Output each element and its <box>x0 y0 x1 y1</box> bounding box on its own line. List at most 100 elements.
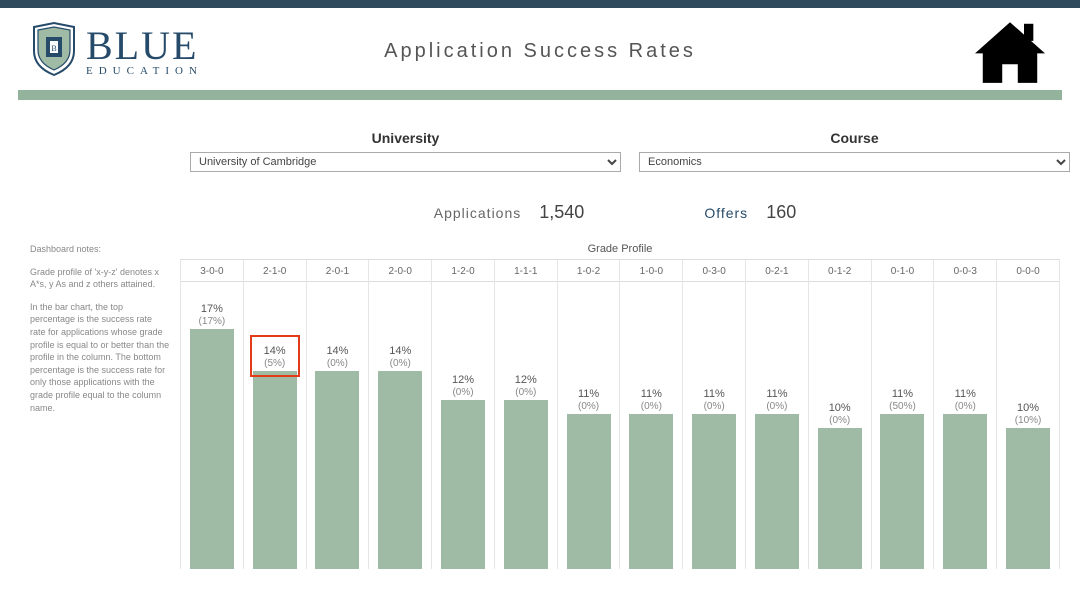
offers-label: Offers <box>704 205 748 221</box>
bar: 10%(0%) <box>818 428 862 569</box>
chart-column: 2-0-0 14%(0%) <box>369 260 432 569</box>
bar-area: 10%(0%) <box>809 282 871 569</box>
chart-column: 1-0-0 11%(0%) <box>620 260 683 569</box>
bar-value-label: 10%(0%) <box>829 402 851 428</box>
bar: 14%(0%) <box>378 371 422 569</box>
brand-logo: B BLUE EDUCATION <box>30 21 203 82</box>
page-title: Application Success Rates <box>384 40 696 63</box>
bar-value-label: 17%(17%) <box>199 303 226 329</box>
offers-value: 160 <box>766 202 796 223</box>
shield-icon: B <box>30 21 78 82</box>
bar-area: 17%(17%) <box>181 282 243 569</box>
category-label: 1-0-0 <box>620 260 682 282</box>
category-label: 3-0-0 <box>181 260 243 282</box>
chart-column: 0-1-2 10%(0%) <box>809 260 872 569</box>
bar-area: 11%(0%) <box>934 282 996 569</box>
category-label: 2-1-0 <box>244 260 306 282</box>
bar-area: 10%(10%) <box>997 282 1059 569</box>
chart-column: 3-0-0 17%(17%) <box>180 260 244 569</box>
bar: 11%(0%) <box>629 414 673 569</box>
chart-title: Grade Profile <box>180 243 1060 255</box>
bar-value-label: 12%(0%) <box>515 374 537 400</box>
bar-area: 11%(0%) <box>620 282 682 569</box>
chart-column: 0-0-311%(0%) <box>934 260 997 569</box>
chart-column: 2-0-1 14%(0%) <box>307 260 370 569</box>
category-label: 0-1-0 <box>872 260 934 282</box>
chart-container: Grade Profile 3-0-017%(17%)2-1-014%(5%)2… <box>180 243 1080 569</box>
course-filter: Course Economics <box>639 130 1070 172</box>
bar-value-label: 11%(0%) <box>766 388 787 414</box>
applications-label: Applications <box>434 205 522 221</box>
bar-area: 11%(50%) <box>872 282 934 569</box>
home-icon[interactable] <box>970 16 1050 86</box>
bar-chart: 3-0-017%(17%)2-1-014%(5%)2-0-114%(0%)2-0… <box>180 259 1060 569</box>
bar-area: 14%(5%) <box>244 282 306 569</box>
chart-column: 2-1-0 14%(5%) <box>244 260 307 569</box>
chart-column: 0-0-0 10%(10%) <box>997 260 1060 569</box>
category-label: 1-1-1 <box>495 260 557 282</box>
stat-applications: Applications 1,540 <box>434 202 585 223</box>
category-label: 2-0-1 <box>307 260 369 282</box>
brand-text: BLUE EDUCATION <box>86 26 203 77</box>
bar-value-label: 14%(0%) <box>326 345 348 371</box>
notes-p1: Grade profile of 'x-y-z' denotes x A*s, … <box>30 266 170 291</box>
university-filter: University University of Cambridge <box>190 130 621 172</box>
header: B BLUE EDUCATION Application Success Rat… <box>0 8 1080 90</box>
bar: 12%(0%) <box>504 400 548 569</box>
chart-column: 0-2-1 11%(0%) <box>746 260 809 569</box>
notes-p2: In the bar chart, the top percentage is … <box>30 301 170 414</box>
category-label: 0-3-0 <box>683 260 745 282</box>
top-stripe <box>0 0 1080 8</box>
bar: 11%(0%) <box>943 414 987 569</box>
course-label: Course <box>639 130 1070 146</box>
bar-area: 11%(0%) <box>746 282 808 569</box>
bar: 17%(17%) <box>190 329 234 569</box>
university-select[interactable]: University of Cambridge <box>190 152 621 172</box>
category-label: 1-2-0 <box>432 260 494 282</box>
chart-column: 0-3-0 11%(0%) <box>683 260 746 569</box>
bar: 11%(0%) <box>567 414 611 569</box>
stats-row: Applications 1,540 Offers 160 <box>150 202 1080 223</box>
bar: 12%(0%) <box>441 400 485 569</box>
bar-area: 11%(0%) <box>683 282 745 569</box>
notes-heading: Dashboard notes: <box>30 243 170 256</box>
chart-column: 1-1-1 12%(0%) <box>495 260 558 569</box>
bar: 10%(10%) <box>1006 428 1050 569</box>
category-label: 2-0-0 <box>369 260 431 282</box>
category-label: 1-0-2 <box>558 260 620 282</box>
bar-value-label: 14%(5%) <box>264 345 286 371</box>
bar-value-label: 11%(50%) <box>889 388 916 414</box>
bar-area: 11%(0%) <box>558 282 620 569</box>
chart-column: 0-1-0 11%(50%) <box>872 260 935 569</box>
applications-value: 1,540 <box>539 202 584 223</box>
bar-value-label: 11%(0%) <box>704 388 725 414</box>
bar-value-label: 11%(0%) <box>955 388 976 414</box>
bar-value-label: 12%(0%) <box>452 374 474 400</box>
brand-name: BLUE <box>86 26 203 66</box>
chart-column: 1-2-0 12%(0%) <box>432 260 495 569</box>
bar-value-label: 10%(10%) <box>1015 402 1042 428</box>
bar: 11%(0%) <box>755 414 799 569</box>
category-label: 0-0-0 <box>997 260 1059 282</box>
bar-value-label: 11%(0%) <box>578 388 599 414</box>
bar-value-label: 14%(0%) <box>389 345 411 371</box>
bar-value-label: 11%(0%) <box>641 388 662 414</box>
chart-column: 1-0-2 11%(0%) <box>558 260 621 569</box>
filters-row: University University of Cambridge Cours… <box>190 130 1070 172</box>
divider-bar <box>18 90 1062 100</box>
bar: 14%(5%) <box>253 371 297 569</box>
university-label: University <box>190 130 621 146</box>
dashboard-notes: Dashboard notes: Grade profile of 'x-y-z… <box>0 243 180 569</box>
course-select[interactable]: Economics <box>639 152 1070 172</box>
main-row: Dashboard notes: Grade profile of 'x-y-z… <box>0 243 1080 569</box>
brand-subtitle: EDUCATION <box>86 66 203 77</box>
bar-area: 14%(0%) <box>369 282 431 569</box>
bar-area: 14%(0%) <box>307 282 369 569</box>
svg-text:B: B <box>51 44 56 53</box>
bar: 11%(50%) <box>880 414 924 569</box>
category-label: 0-2-1 <box>746 260 808 282</box>
bar-area: 12%(0%) <box>432 282 494 569</box>
category-label: 0-1-2 <box>809 260 871 282</box>
bar: 14%(0%) <box>315 371 359 569</box>
bar: 11%(0%) <box>692 414 736 569</box>
